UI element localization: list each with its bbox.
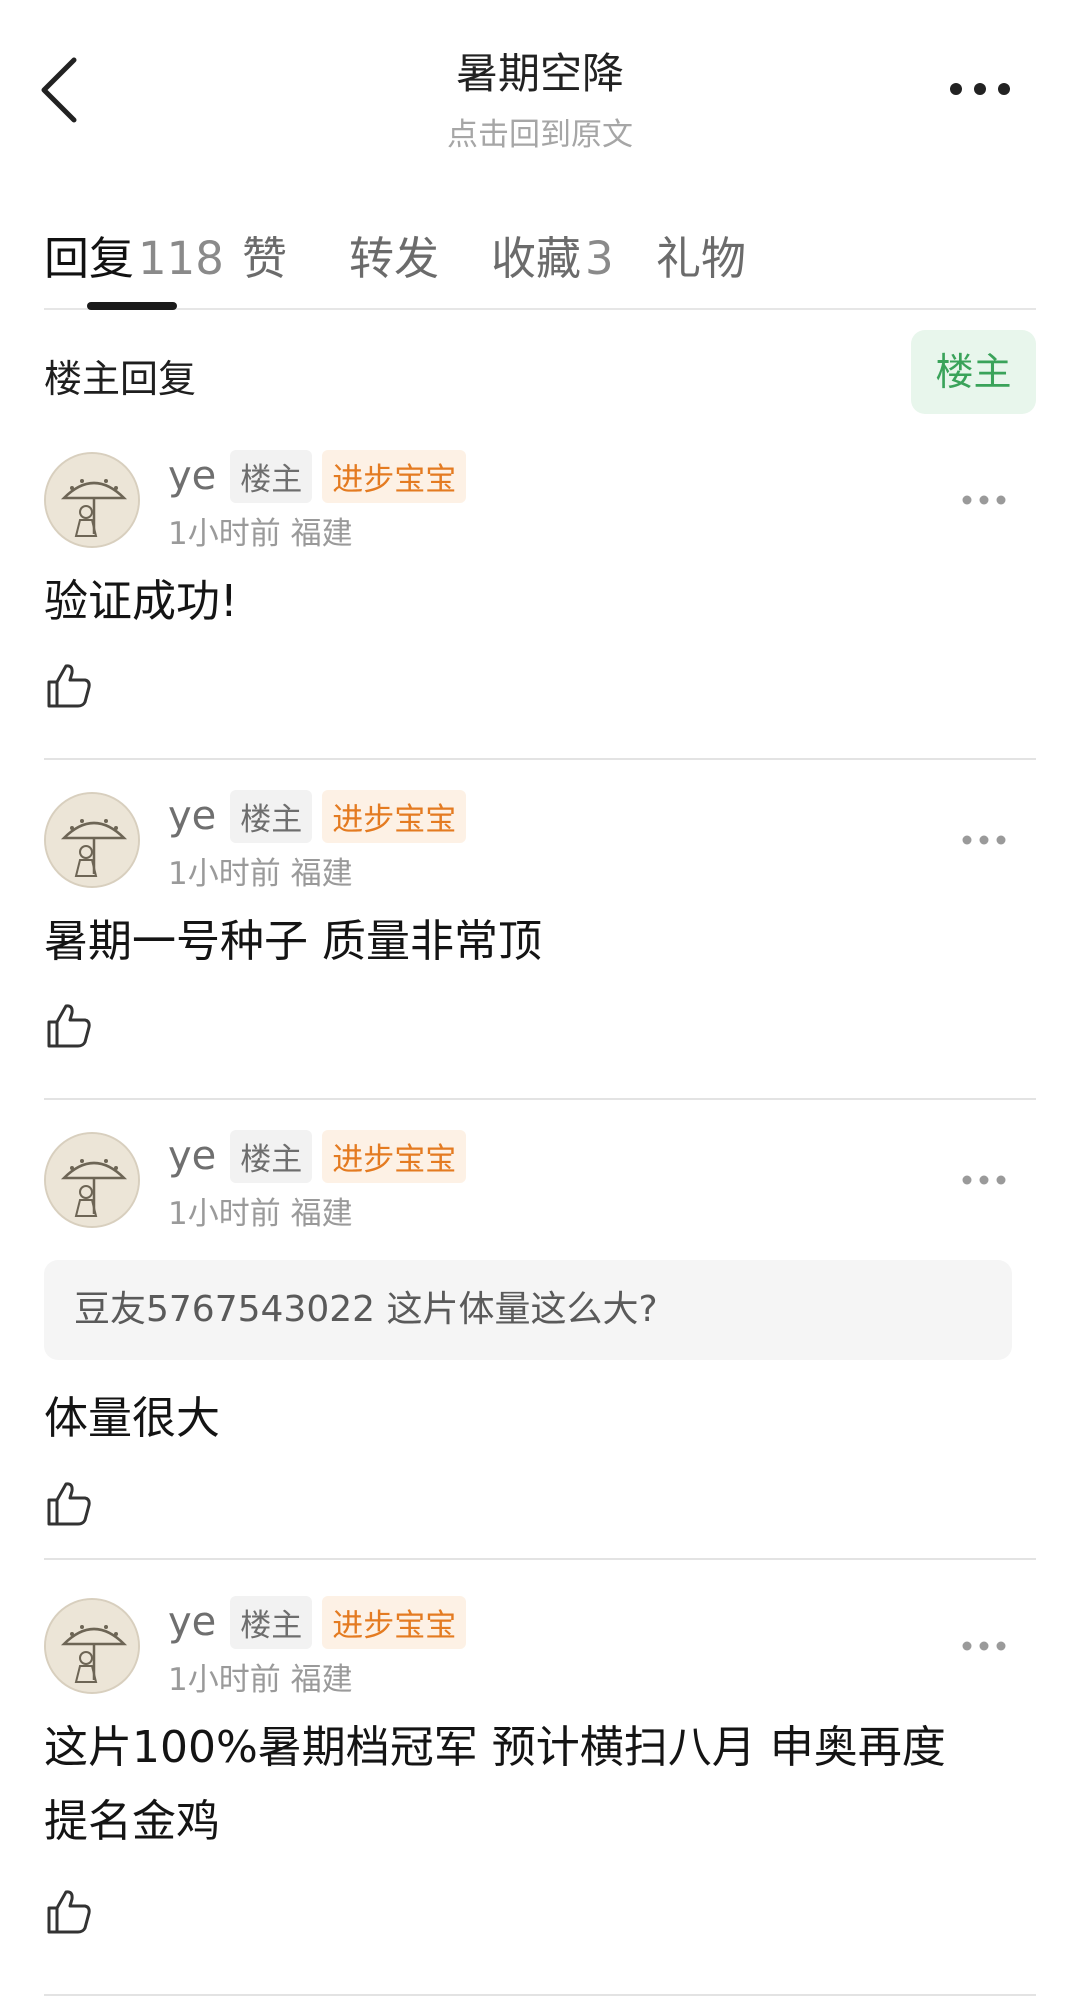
tab-label: 回复 (44, 232, 135, 285)
comment-text-line: 暑期一号种子 质量非常顶 (44, 916, 542, 967)
umbrella-girl-avatar-icon (46, 454, 138, 546)
more-horizontal-icon (962, 1641, 1006, 1651)
username[interactable]: ye (168, 453, 216, 499)
comment-more-button[interactable] (960, 832, 1008, 846)
level-badge: 进步宝宝 (322, 1129, 467, 1183)
comment-item: ye 楼主 进步宝宝 1小时前 福建 暑期一号种子 质量非常顶 (44, 780, 1036, 1100)
tab-likes[interactable]: 赞 (242, 222, 287, 287)
active-tab-indicator (87, 302, 177, 310)
tab-replies[interactable]: 回复118 (44, 222, 224, 287)
thumbs-up-icon (47, 1004, 91, 1048)
level-badge: 进步宝宝 (322, 789, 467, 843)
comment-text-line: 体量很大 (44, 1393, 220, 1444)
filter-row: 楼主回复 楼主 (44, 330, 1036, 414)
username[interactable]: ye (168, 793, 216, 839)
tab-label: 赞 (242, 232, 288, 285)
comment-more-button[interactable] (960, 492, 1008, 506)
author-line: ye 楼主 进步宝宝 (168, 1594, 467, 1650)
tab-label: 收藏 (491, 232, 582, 285)
op-filter-chip[interactable]: 楼主 (911, 330, 1036, 414)
level-badge: 进步宝宝 (322, 1595, 467, 1649)
like-button[interactable] (44, 660, 94, 710)
comment-meta: 1小时前 福建 (168, 1662, 353, 1698)
back-to-post-link[interactable]: 点击回到原文 (0, 109, 1080, 154)
thumbs-up-icon (47, 1890, 91, 1934)
comment-meta: 1小时前 福建 (168, 516, 353, 552)
comment-text: 验证成功! (44, 565, 1014, 639)
comment-meta: 1小时前 福建 (168, 1196, 353, 1232)
avatar[interactable] (44, 792, 140, 888)
tab-label: 礼物 (656, 232, 747, 285)
filter-label: 楼主回复 (44, 357, 197, 401)
op-badge: 楼主 (230, 1595, 313, 1649)
comment-item: ye 楼主 进步宝宝 1小时前 福建 验证成功! (44, 440, 1036, 760)
like-button[interactable] (44, 1000, 94, 1050)
username[interactable]: ye (168, 1133, 216, 1179)
comment-more-button[interactable] (960, 1638, 1008, 1652)
umbrella-girl-avatar-icon (46, 1600, 138, 1692)
author-line: ye 楼主 进步宝宝 (168, 448, 467, 504)
umbrella-girl-avatar-icon (46, 794, 138, 886)
username[interactable]: ye (168, 1599, 216, 1645)
more-button[interactable] (926, 76, 1018, 102)
thumbs-up-icon (47, 664, 91, 708)
tab-count: 118 (138, 232, 224, 285)
comment-meta: 1小时前 福建 (168, 856, 353, 892)
tab-label: 转发 (349, 232, 440, 285)
top-bar: 暑期空降 点击回到原文 (0, 0, 1080, 170)
more-horizontal-icon (950, 83, 1010, 95)
like-button[interactable] (44, 1886, 94, 1936)
thumbs-up-icon (47, 1482, 91, 1526)
avatar[interactable] (44, 1132, 140, 1228)
comment-item: ye 楼主 进步宝宝 1小时前 福建 这片100%暑期档冠军 预计横扫八月 申奥… (44, 1586, 1036, 1996)
comment-more-button[interactable] (960, 1172, 1008, 1186)
op-badge: 楼主 (230, 1129, 313, 1183)
more-horizontal-icon (962, 495, 1006, 505)
quoted-reply[interactable]: 豆友5767543022 这片体量这么大? (44, 1260, 1012, 1360)
page-title: 暑期空降 (455, 49, 624, 98)
comment-item: ye 楼主 进步宝宝 1小时前 福建 豆友5767543022 这片体量这么大?… (44, 1120, 1036, 1560)
comment-text: 体量很大 (44, 1382, 1014, 1456)
tab-collections[interactable]: 收藏3 (491, 222, 614, 287)
comment-text-line: 验证成功! (44, 576, 238, 627)
author-line: ye 楼主 进步宝宝 (168, 788, 467, 844)
tab-reposts[interactable]: 转发 (349, 222, 439, 287)
op-badge: 楼主 (230, 789, 313, 843)
umbrella-girl-avatar-icon (46, 1134, 138, 1226)
avatar[interactable] (44, 452, 140, 548)
more-horizontal-icon (962, 835, 1006, 845)
tab-count: 3 (585, 232, 614, 285)
tab-gifts[interactable]: 礼物 (656, 222, 746, 287)
comment-text-line: 提名金鸡 (44, 1796, 220, 1847)
comment-text: 暑期一号种子 质量非常顶 (44, 905, 1014, 979)
avatar[interactable] (44, 1598, 140, 1694)
comment-text: 这片100%暑期档冠军 预计横扫八月 申奥再度 提名金鸡 (44, 1711, 1014, 1859)
title-block[interactable]: 暑期空降 点击回到原文 (0, 40, 1080, 154)
level-badge: 进步宝宝 (322, 449, 467, 503)
comment-text-line: 这片100%暑期档冠军 预计横扫八月 申奥再度 (44, 1722, 946, 1773)
like-button[interactable] (44, 1478, 94, 1528)
more-horizontal-icon (962, 1175, 1006, 1185)
author-line: ye 楼主 进步宝宝 (168, 1128, 467, 1184)
tab-bar: 回复118 赞 转发 收藏3 礼物 (44, 210, 1036, 310)
op-badge: 楼主 (230, 449, 313, 503)
